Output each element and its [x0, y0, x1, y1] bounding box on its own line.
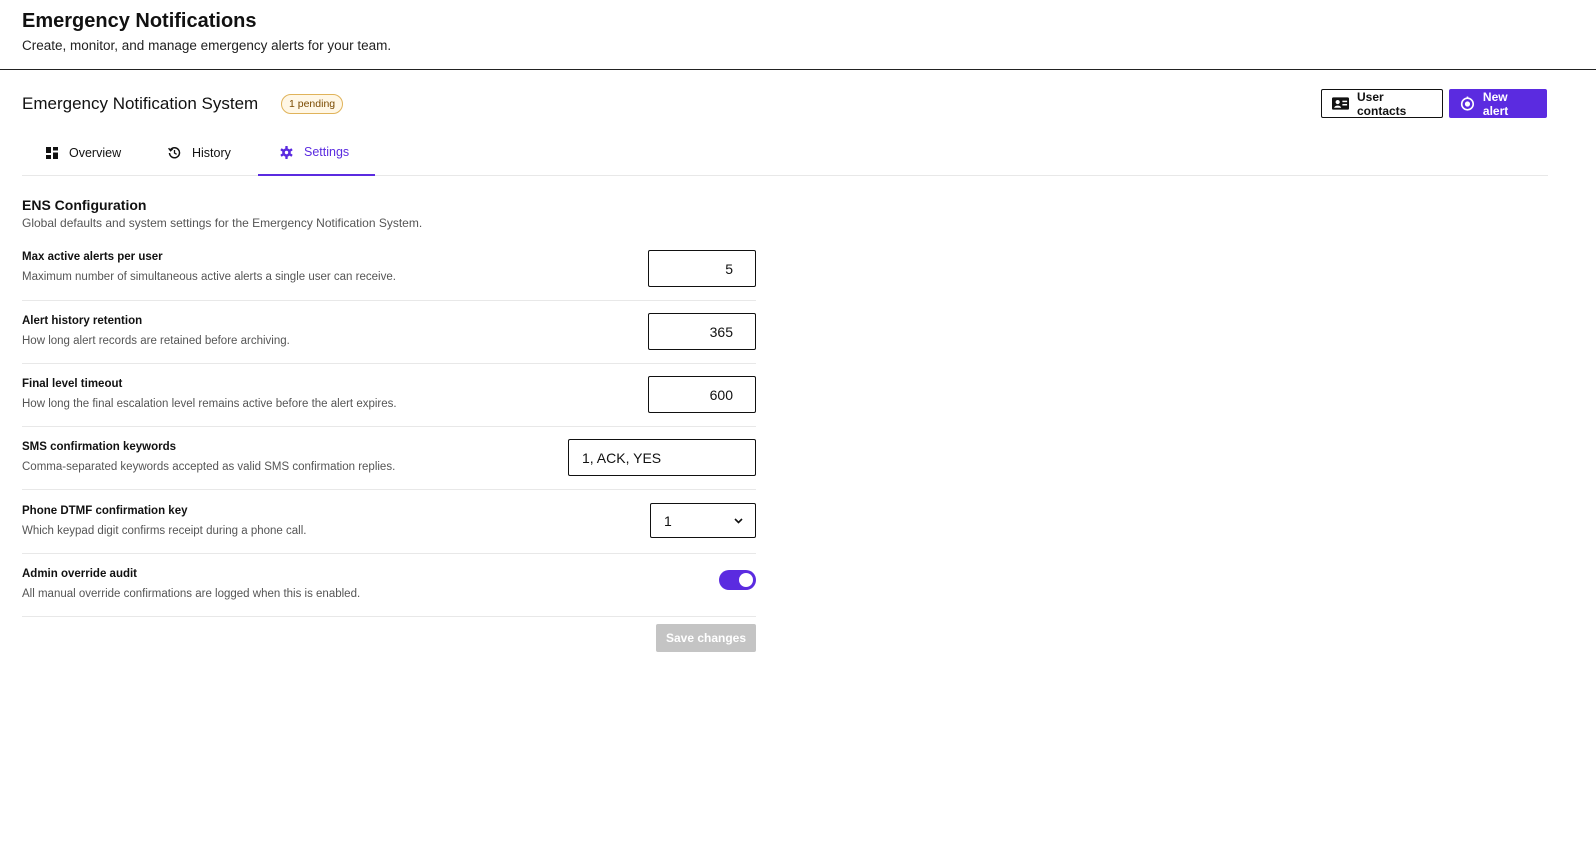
setting-row-history-retention: Alert history retention How long alert r… — [22, 301, 756, 364]
history-retention-input[interactable] — [648, 313, 756, 350]
setting-description: Comma-separated keywords accepted as val… — [22, 461, 396, 473]
contact-card-icon — [1332, 97, 1349, 110]
section-title: ENS Configuration — [22, 197, 147, 213]
setting-label: Phone DTMF confirmation key — [22, 505, 188, 517]
setting-label: SMS confirmation keywords — [22, 441, 177, 453]
dtmf-key-select[interactable]: 1 — [650, 503, 756, 538]
setting-description: All manual override confirmations are lo… — [22, 588, 361, 600]
alarm-icon — [1460, 96, 1475, 111]
pending-badge: 1 pending — [281, 94, 344, 114]
setting-label: Final level timeout — [22, 378, 123, 390]
setting-description: How long alert records are retained befo… — [22, 335, 290, 347]
tab-overview[interactable]: Overview — [46, 130, 121, 175]
setting-row-dtmf-key: Phone DTMF confirmation key Which keypad… — [22, 490, 756, 554]
page-header: Emergency Notifications Create, monitor,… — [0, 0, 1596, 70]
new-alert-button[interactable]: New alert — [1449, 89, 1547, 118]
history-icon — [168, 147, 181, 159]
user-contacts-button[interactable]: User contacts — [1321, 89, 1443, 118]
tab-settings[interactable]: Settings — [258, 130, 375, 176]
dtmf-key-value: 1 — [664, 512, 672, 529]
sms-keywords-input[interactable] — [568, 439, 756, 476]
dashboard-icon — [46, 146, 58, 159]
tab-label: Settings — [304, 145, 350, 159]
setting-row-final-level-timeout: Final level timeout How long the final e… — [22, 364, 756, 427]
tab-label: History — [192, 145, 231, 160]
max-active-alerts-input[interactable] — [648, 250, 756, 287]
chevron-down-icon — [734, 518, 743, 524]
setting-row-sms-keywords: SMS confirmation keywords Comma-separate… — [22, 427, 756, 490]
tab-bar: Overview History Settings — [22, 130, 1548, 176]
new-alert-label: New alert — [1482, 89, 1509, 118]
tab-history[interactable]: History — [168, 130, 231, 175]
section-description: Global defaults and system settings for … — [22, 216, 423, 230]
final-level-timeout-input[interactable] — [648, 376, 756, 413]
setting-label: Alert history retention — [22, 315, 143, 327]
page-title: Emergency Notifications — [22, 10, 257, 32]
setting-label: Max active alerts per user — [22, 251, 163, 263]
gear-icon — [280, 145, 293, 159]
setting-description: How long the final escalation level rema… — [22, 398, 397, 410]
setting-description: Which keypad digit confirms receipt duri… — [22, 525, 307, 537]
page-subtitle: Create, monitor, and manage emergency al… — [22, 38, 392, 53]
user-contacts-label: User contacts — [1357, 89, 1407, 118]
save-changes-button[interactable]: Save changes — [656, 624, 756, 652]
tab-label: Overview — [69, 145, 122, 160]
setting-row-admin-audit: Admin override audit All manual override… — [22, 554, 756, 617]
setting-row-max-active-alerts: Max active alerts per user Maximum numbe… — [22, 238, 756, 301]
system-title: Emergency Notification System — [22, 94, 259, 113]
setting-label: Admin override audit — [22, 568, 138, 580]
setting-description: Maximum number of simultaneous active al… — [22, 271, 396, 283]
admin-audit-toggle[interactable] — [719, 570, 756, 590]
toggle-knob — [739, 573, 753, 587]
